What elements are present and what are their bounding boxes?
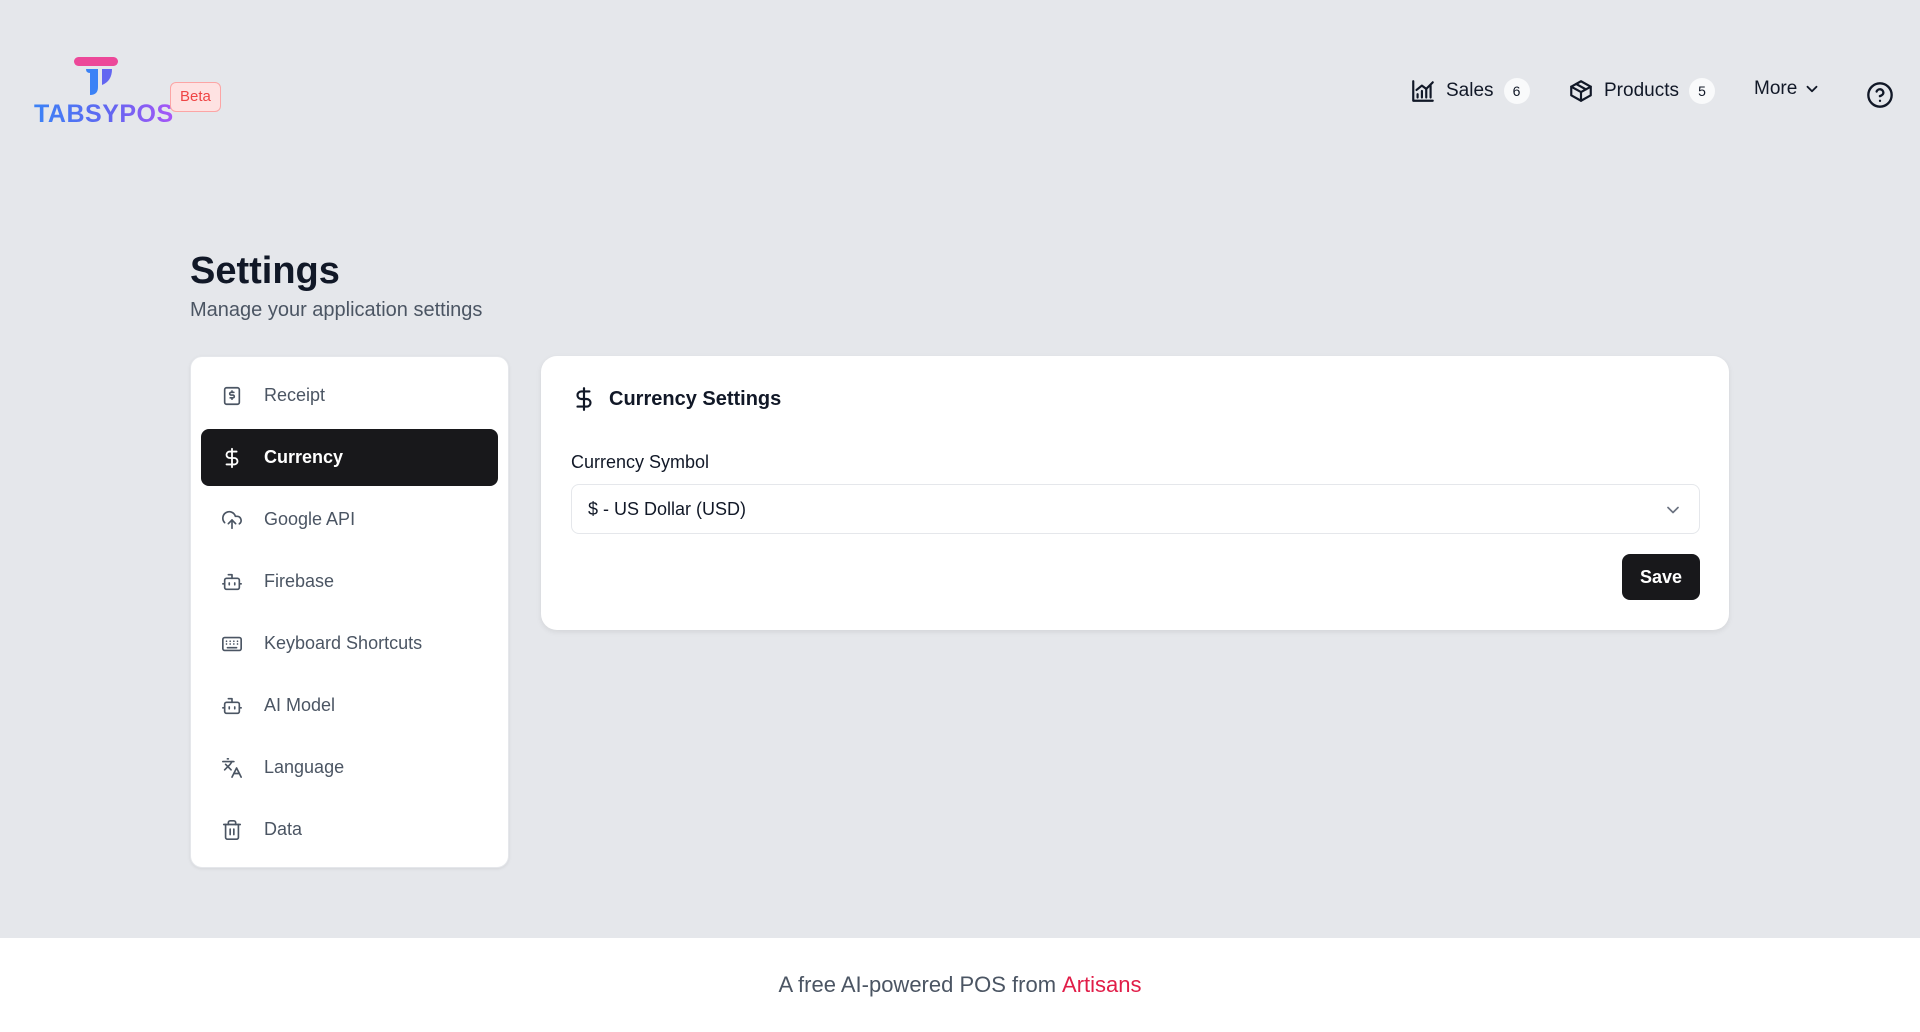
sidebar-item-data[interactable]: Data bbox=[201, 801, 498, 858]
products-count-badge: 5 bbox=[1688, 78, 1715, 104]
sidebar-item-language[interactable]: Language bbox=[201, 739, 498, 796]
help-circle-icon[interactable] bbox=[1866, 81, 1894, 109]
nav-more-label: More bbox=[1754, 78, 1798, 99]
sidebar-item-keyboard-shortcuts[interactable]: Keyboard Shortcuts bbox=[201, 615, 498, 672]
sidebar-item-receipt[interactable]: Receipt bbox=[201, 367, 498, 424]
nav-sales[interactable]: Sales 6 bbox=[1410, 78, 1530, 104]
package-icon bbox=[1570, 80, 1592, 102]
cloud-upload-icon bbox=[221, 509, 243, 531]
currency-symbol-label: Currency Symbol bbox=[571, 452, 710, 472]
app-logo[interactable]: TABSYPOS bbox=[34, 55, 173, 128]
currency-symbol-select[interactable]: $ - US Dollar (USD) bbox=[571, 484, 1700, 534]
sidebar-item-label: Data bbox=[264, 819, 303, 839]
logo-text: TABSYPOS bbox=[34, 100, 174, 128]
beta-badge: Beta bbox=[170, 82, 221, 112]
receipt-icon bbox=[221, 385, 243, 407]
bot-icon bbox=[221, 695, 243, 717]
sidebar-item-label: Keyboard Shortcuts bbox=[264, 633, 423, 653]
sidebar-item-firebase[interactable]: Firebase bbox=[201, 553, 498, 610]
logo-mark-icon bbox=[74, 57, 118, 95]
dollar-icon bbox=[221, 447, 243, 469]
sidebar-item-label: AI Model bbox=[264, 695, 336, 715]
page-subtitle: Manage your application settings bbox=[190, 299, 483, 321]
nav-products[interactable]: Products 5 bbox=[1568, 78, 1715, 104]
nav-more-dropdown[interactable]: More bbox=[1754, 78, 1821, 100]
panel-title: Currency Settings bbox=[609, 387, 782, 410]
nav-products-label: Products bbox=[1604, 80, 1679, 101]
currency-settings-panel: Currency Settings Currency Symbol $ - US… bbox=[541, 356, 1729, 630]
trash-icon bbox=[221, 819, 243, 841]
sidebar-item-currency[interactable]: Currency bbox=[201, 429, 498, 486]
sidebar-item-label: Language bbox=[264, 757, 345, 777]
chevron-down-icon bbox=[1667, 506, 1679, 514]
panel-header: Currency Settings bbox=[571, 386, 781, 412]
sales-count-badge: 6 bbox=[1503, 78, 1530, 104]
app-footer: A free AI-powered POS from Artisans bbox=[0, 937, 1920, 1032]
bot-icon bbox=[221, 571, 243, 593]
footer-text: A free AI-powered POS from bbox=[778, 972, 1057, 997]
save-button[interactable]: Save bbox=[1622, 554, 1700, 600]
sidebar-item-label: Receipt bbox=[264, 385, 326, 405]
sidebar-item-ai-model[interactable]: AI Model bbox=[201, 677, 498, 734]
keyboard-icon bbox=[221, 633, 243, 655]
footer-brand-link[interactable]: Artisans bbox=[1062, 972, 1141, 998]
settings-sidebar: Receipt Currency Google API Firebase Key… bbox=[190, 356, 509, 868]
languages-icon bbox=[221, 757, 243, 779]
app-header: TABSYPOS Beta Sales 6 Products 5 More bbox=[0, 0, 1920, 190]
sidebar-item-label: Firebase bbox=[264, 571, 335, 591]
chevron-down-icon bbox=[1806, 85, 1818, 93]
currency-selected-value: $ - US Dollar (USD) bbox=[588, 498, 747, 519]
sidebar-item-google-api[interactable]: Google API bbox=[201, 491, 498, 548]
page-title: Settings bbox=[190, 250, 340, 292]
sidebar-item-label: Google API bbox=[264, 509, 356, 529]
nav-sales-label: Sales bbox=[1446, 80, 1494, 101]
dollar-icon bbox=[576, 387, 592, 411]
chart-icon bbox=[1412, 80, 1434, 102]
sidebar-item-label: Currency bbox=[264, 447, 344, 467]
